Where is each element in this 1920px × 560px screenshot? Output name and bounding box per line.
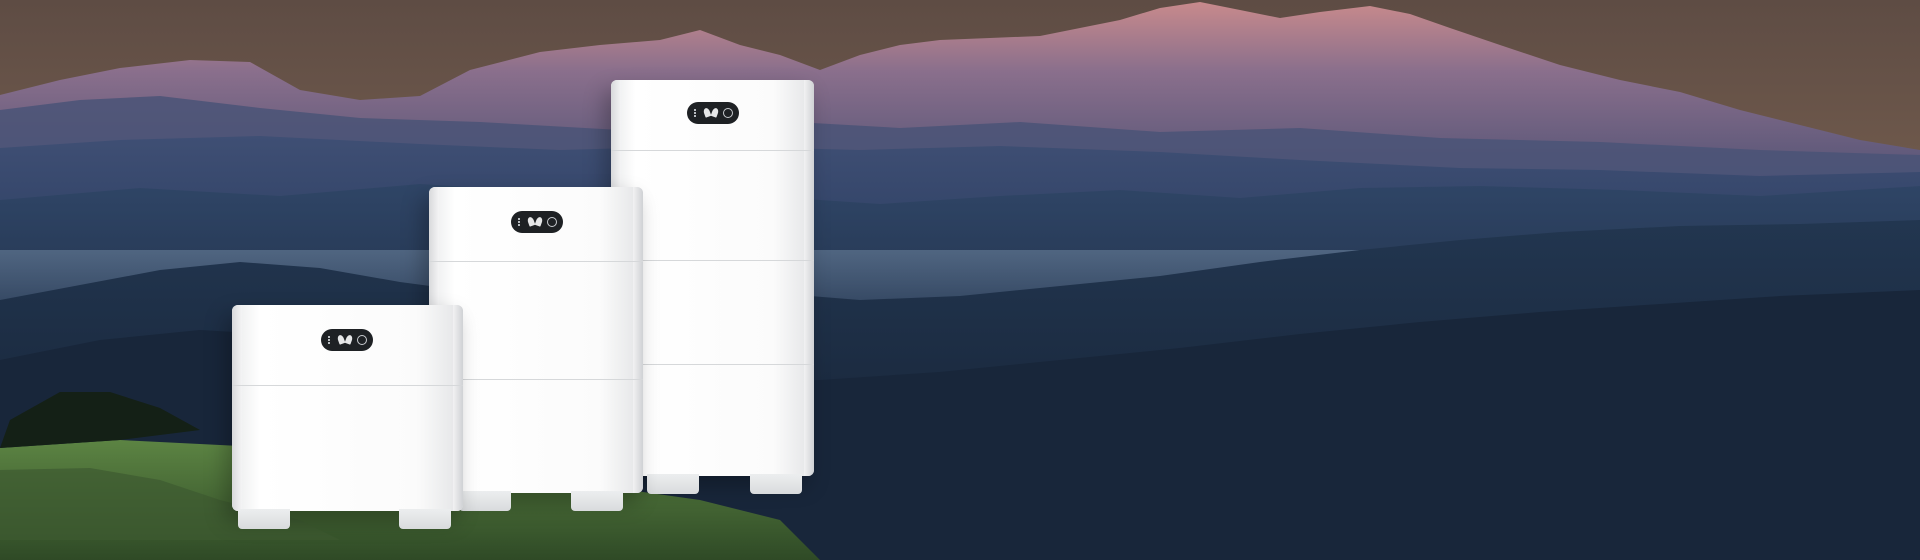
brand-logo-icon <box>704 108 718 118</box>
stack-foot <box>459 491 511 511</box>
status-indicator-icon <box>693 109 699 117</box>
module-seam <box>429 261 643 262</box>
stack-foot <box>647 474 699 494</box>
status-indicator-icon <box>517 218 523 226</box>
power-button-icon <box>356 335 367 345</box>
power-button-icon <box>722 108 733 118</box>
brand-control-panel <box>511 211 563 233</box>
brand-control-panel <box>687 102 739 124</box>
stack-foot <box>750 474 802 494</box>
stack-foot <box>399 509 451 529</box>
hero-banner <box>0 0 1920 560</box>
stack-side-panel <box>232 305 242 511</box>
stack-foot <box>238 509 290 529</box>
brand-control-panel <box>321 329 373 351</box>
stack-side-panel <box>453 305 463 511</box>
module-seam <box>611 150 814 151</box>
brand-logo-icon <box>338 335 352 345</box>
stack-foot <box>571 491 623 511</box>
stack-side-panel <box>804 80 814 476</box>
battery-stack-small <box>232 305 463 529</box>
power-button-icon <box>546 217 557 227</box>
status-indicator-icon <box>327 336 333 344</box>
brand-logo-icon <box>528 217 542 227</box>
module-seam <box>232 385 463 386</box>
stack-side-panel <box>633 187 643 493</box>
